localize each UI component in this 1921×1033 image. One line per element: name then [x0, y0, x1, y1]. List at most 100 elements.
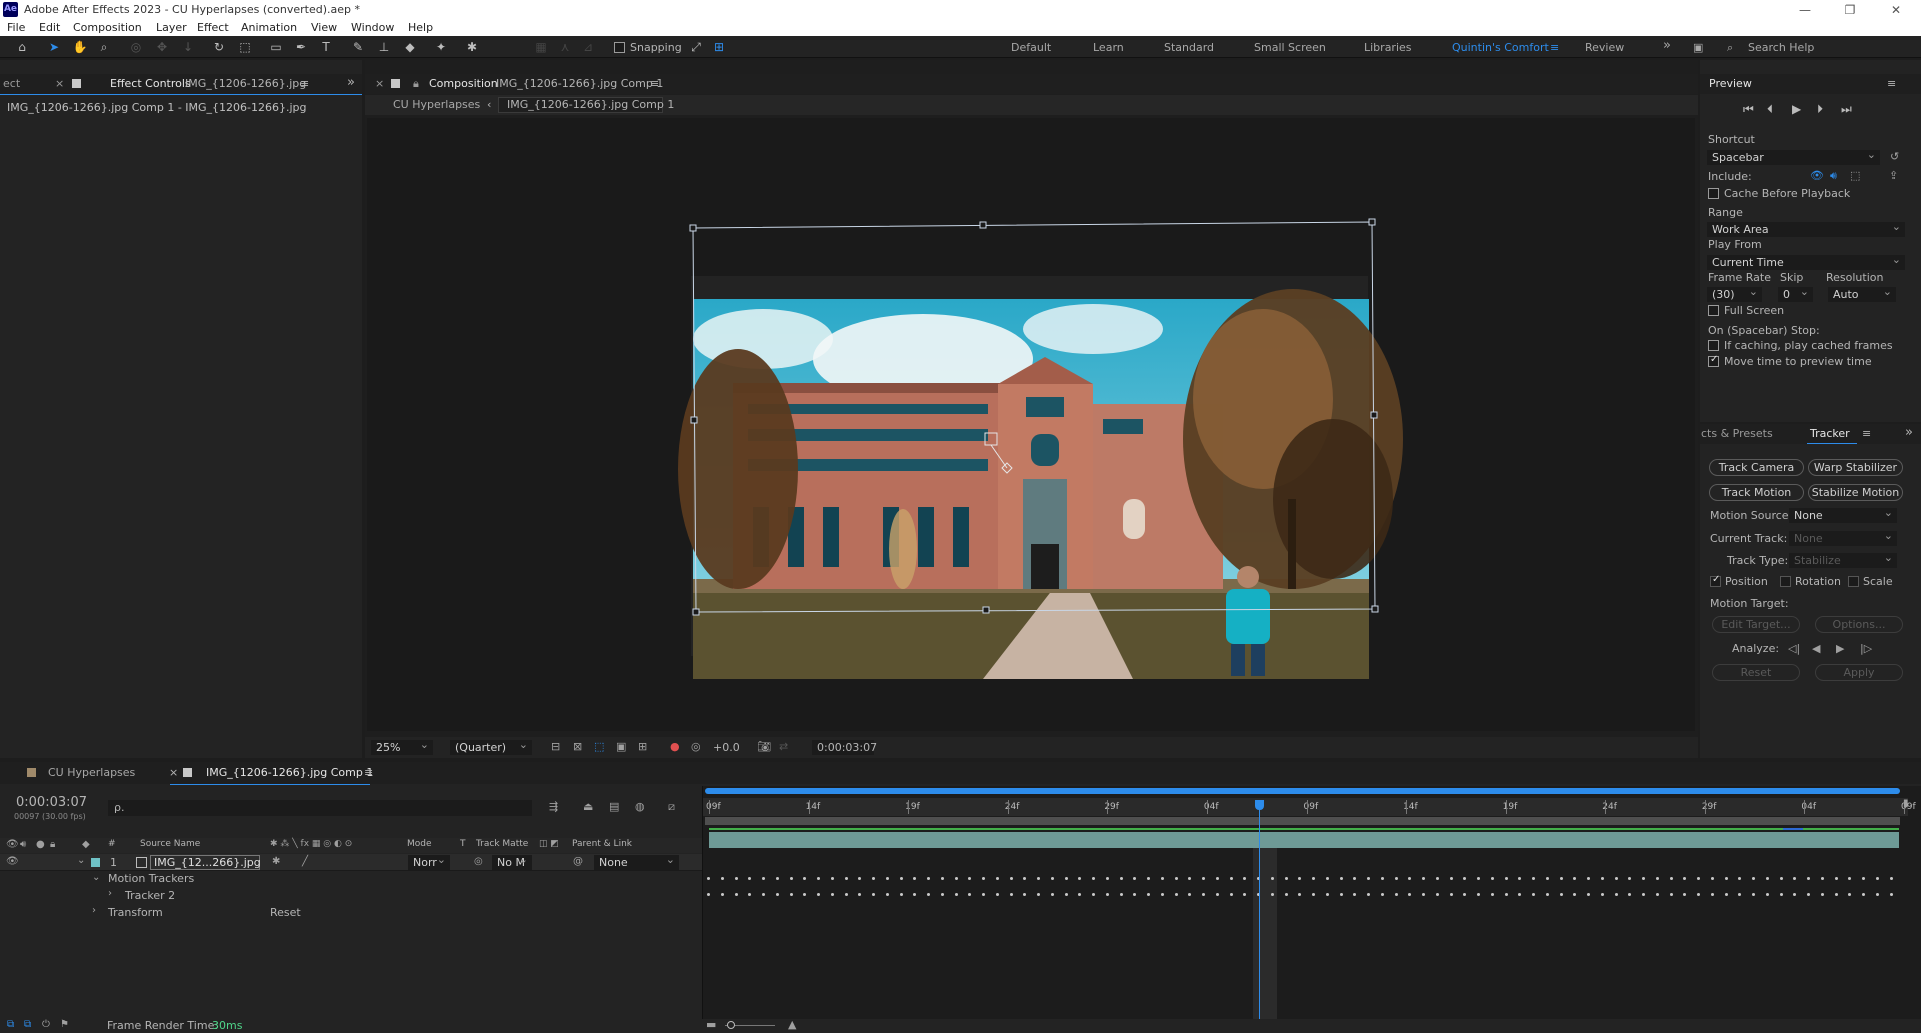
zoom-out-icon[interactable]: ▬	[706, 1018, 716, 1031]
keyframe-dot[interactable]	[762, 877, 765, 880]
time-navigator-bar[interactable]	[705, 788, 1900, 794]
keyframe-dot[interactable]	[1119, 893, 1123, 896]
keyframe-dot[interactable]	[913, 893, 917, 896]
keyframe-dot[interactable]	[1587, 893, 1590, 896]
keyframe-dot[interactable]	[1697, 893, 1700, 896]
keyframe-dot[interactable]	[1820, 893, 1824, 896]
keyframe-dot[interactable]	[1229, 877, 1233, 880]
keyframe-dot[interactable]	[1463, 893, 1467, 896]
layer-collapse-switch-icon[interactable]: ✱	[272, 856, 280, 867]
roto-brush-icon[interactable]: ✦	[433, 39, 449, 55]
reset-exposure-icon[interactable]: ◎	[691, 740, 701, 753]
exposure-value[interactable]: +0.0	[713, 741, 740, 754]
keyframe-dot[interactable]	[1105, 877, 1109, 880]
time-graph[interactable]: 09f 14f 19f 24f 29f 04f 09f 14f 19f 24f 29f 04f 09f …	[702, 786, 1921, 1019]
keyframe-dot[interactable]	[1600, 893, 1604, 896]
next-frame-icon[interactable]: ⏵	[1817, 102, 1823, 117]
keyframe-dot[interactable]	[1353, 893, 1357, 896]
frame-rate-dropdown[interactable]: (30)	[1707, 284, 1762, 302]
snapshot-icon[interactable]: 📷︎	[757, 740, 771, 753]
keyframe-dot[interactable]	[1710, 877, 1714, 880]
reset-shortcut-icon[interactable]: ↺	[1890, 150, 1899, 163]
playhead-line[interactable]	[1258, 800, 1260, 1019]
keyframe-dot[interactable]	[789, 877, 793, 880]
keyframe-dot[interactable]	[789, 893, 793, 896]
keyframe-dot[interactable]	[720, 893, 724, 896]
keyframe-dot[interactable]	[1655, 893, 1659, 896]
workspace-menu-icon[interactable]: ≡	[1550, 41, 1559, 54]
keyframe-dot[interactable]	[1807, 893, 1810, 896]
keyframe-dot[interactable]	[1380, 893, 1384, 896]
keyframe-dot[interactable]	[1202, 893, 1205, 896]
keyframe-dot[interactable]	[1545, 877, 1549, 880]
keyframe-dot[interactable]	[913, 877, 917, 880]
keyframe-dot[interactable]	[1765, 877, 1769, 880]
keyframe-dot[interactable]	[1023, 877, 1027, 880]
analyze-forward-icon[interactable]: ▶	[1836, 642, 1844, 655]
keyframe-dot[interactable]	[1133, 877, 1137, 880]
keyframe-dot[interactable]	[1160, 877, 1164, 880]
keyframe-dot[interactable]	[1284, 877, 1288, 880]
axis-world-icon[interactable]: ⋏	[557, 39, 573, 55]
analyze-backward-icon[interactable]: ◀	[1812, 642, 1820, 655]
keyframe-dot[interactable]	[1559, 877, 1563, 880]
keyframe-dot[interactable]	[1353, 877, 1357, 880]
puppet-pin-icon[interactable]: ✱	[464, 39, 480, 55]
current-time-display[interactable]: 0:00:03:07	[16, 795, 87, 810]
timeline-tab-cu-hyperlapses[interactable]: CU Hyperlapses	[48, 766, 135, 779]
comp-timecode[interactable]: 0:00:03:07	[817, 741, 877, 754]
keyframe-dot[interactable]	[1174, 877, 1178, 880]
motion-trackers-row[interactable]: Motion Trackers	[108, 872, 194, 885]
keyframe-dot[interactable]	[748, 893, 752, 896]
effects-presets-tab[interactable]: cts & Presets	[1701, 427, 1773, 440]
panel-menu-icon[interactable]: ≡	[300, 77, 309, 90]
keyframe-dot[interactable]	[1848, 877, 1852, 880]
keyframe-dot[interactable]	[1243, 893, 1247, 896]
keyframe-dot[interactable]	[1807, 877, 1810, 880]
composition-tab-label[interactable]: Composition	[429, 77, 498, 90]
keyframe-dot[interactable]	[927, 877, 930, 880]
draft-3d-icon[interactable]: ⏏	[583, 800, 593, 813]
menu-window[interactable]: Window	[351, 21, 394, 34]
keyframe-dot[interactable]	[1504, 877, 1508, 880]
axis-local-icon[interactable]: ▦	[533, 39, 549, 55]
close-timeline-tab-icon[interactable]: ×	[169, 766, 178, 779]
layer-label-color[interactable]	[91, 858, 100, 867]
keyframe-dot[interactable]	[940, 893, 944, 896]
workspace-review[interactable]: Review	[1585, 41, 1624, 54]
layer-mode-dropdown[interactable]: Norr	[408, 852, 450, 870]
keyframe-dot[interactable]	[1889, 893, 1893, 896]
keyframe-dot[interactable]	[1215, 893, 1219, 896]
keyframe-dot[interactable]	[995, 893, 999, 896]
keyframe-dot[interactable]	[1683, 893, 1687, 896]
keyframe-dot[interactable]	[858, 877, 862, 880]
keyframe-dot[interactable]	[1862, 877, 1865, 880]
position-checkbox[interactable]	[1710, 574, 1721, 587]
workspace-default[interactable]: Default	[1011, 41, 1051, 54]
keyframe-dot[interactable]	[1078, 877, 1082, 880]
composition-viewer[interactable]	[367, 118, 1695, 731]
keyframe-dot[interactable]	[885, 893, 889, 896]
snap-features-icon[interactable]: ⊞	[711, 39, 727, 55]
keyframe-dot[interactable]	[1064, 877, 1068, 880]
keyframe-dot[interactable]	[1325, 877, 1329, 880]
previous-frame-icon[interactable]: ⏴	[1767, 102, 1773, 117]
keyframe-dot[interactable]	[1435, 877, 1439, 880]
tracker2-row[interactable]: Tracker 2	[125, 889, 175, 902]
keyframe-dot[interactable]	[1559, 893, 1563, 896]
region-of-interest-icon[interactable]: ▣	[616, 740, 626, 753]
keyframe-dot[interactable]	[775, 877, 779, 880]
keyframe-dot[interactable]	[1477, 877, 1480, 880]
transform-twirl-icon[interactable]: ›	[92, 905, 96, 916]
keyframe-dot[interactable]	[1312, 893, 1315, 896]
analyze-back-one-icon[interactable]: ◁|	[1788, 642, 1800, 655]
timeline-menu-icon[interactable]: ≡	[364, 766, 373, 779]
keyframe-dot[interactable]	[1312, 877, 1315, 880]
color-channels-icon[interactable]: ●	[670, 740, 680, 753]
keyframe-dot[interactable]	[1050, 877, 1054, 880]
keyframe-dot[interactable]	[1477, 893, 1480, 896]
keyframe-dot[interactable]	[1642, 877, 1645, 880]
keyframe-dot[interactable]	[720, 877, 724, 880]
menu-view[interactable]: View	[311, 21, 337, 34]
keyframe-dot[interactable]	[1683, 877, 1687, 880]
